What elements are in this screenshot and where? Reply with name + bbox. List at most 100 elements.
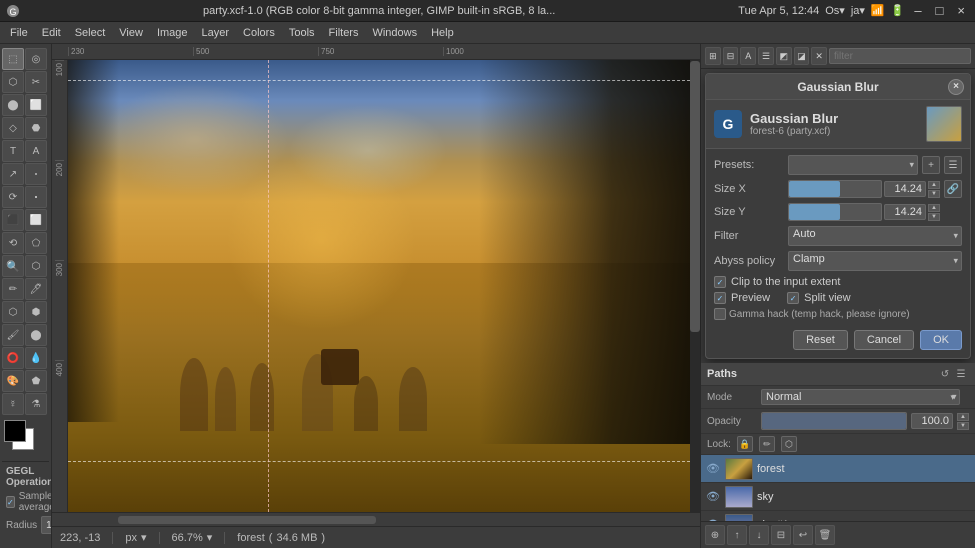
tool-airbrush[interactable]: ⬢ (25, 301, 47, 323)
size-y-input[interactable] (884, 204, 926, 220)
menu-select[interactable]: Select (69, 25, 112, 41)
os-menu[interactable]: Os▾ (825, 4, 845, 17)
new-layer-button[interactable]: ⊕ (705, 525, 725, 545)
size-x-slider[interactable] (788, 180, 882, 198)
tool-cage[interactable]: ⬠ (25, 232, 47, 254)
top-icon-brush[interactable]: ☰ (758, 47, 774, 65)
top-icon-layers[interactable]: ⊟ (723, 47, 739, 65)
menu-image[interactable]: Image (151, 25, 194, 41)
menu-windows[interactable]: Windows (366, 25, 423, 41)
tool-eraser[interactable]: ⬡ (2, 301, 24, 323)
minimize-button[interactable]: – (910, 3, 925, 18)
layer-item-forest[interactable]: 👁 forest (701, 455, 975, 483)
tool-perspective[interactable]: ⬜ (25, 209, 47, 231)
layer-item-sky1[interactable]: 👁 sky #1 (701, 511, 975, 521)
gamma-checkbox[interactable] (714, 308, 726, 320)
tool-free-select[interactable]: ⬡ (2, 71, 24, 93)
v-scroll-thumb[interactable] (690, 61, 700, 332)
clip-checkbox[interactable] (714, 276, 726, 288)
lock-position-button[interactable]: ✏ (759, 436, 775, 452)
tool-fuzzy-select[interactable]: ✂ (25, 71, 47, 93)
tool-rotate[interactable]: ⟳ (2, 186, 24, 208)
presets-add-button[interactable]: + (922, 156, 940, 174)
lower-layer-button[interactable]: ↓ (749, 525, 769, 545)
tool-rect-select[interactable]: ⬚ (2, 48, 24, 70)
tool-paths[interactable]: ⬣ (25, 117, 47, 139)
tool-smudge[interactable]: ⚗ (25, 393, 47, 415)
tool-bucket[interactable]: 🎨 (2, 370, 24, 392)
menu-colors[interactable]: Colors (237, 25, 281, 41)
tool-heal[interactable]: 💧 (25, 347, 47, 369)
raise-layer-button[interactable]: ↑ (727, 525, 747, 545)
tool-flip[interactable]: ⟲ (2, 232, 24, 254)
tool-pencil[interactable]: 🖊 (25, 278, 47, 300)
tool-clone[interactable]: ⭕ (2, 347, 24, 369)
tool-blend[interactable]: ⬟ (25, 370, 47, 392)
tool-ink[interactable]: 🖌 (2, 324, 24, 346)
tool-foreground[interactable]: ◇ (2, 117, 24, 139)
canvas-content[interactable] (68, 60, 700, 512)
layer-item-sky[interactable]: 👁 sky (701, 483, 975, 511)
abyss-select[interactable]: Clamp (788, 251, 962, 271)
menu-edit[interactable]: Edit (36, 25, 67, 41)
top-icon-pattern[interactable]: ◩ (776, 47, 792, 65)
tool-move[interactable]: ↗ (2, 163, 24, 185)
tool-align[interactable]: A (25, 140, 47, 162)
tool-measure[interactable]: ⬡ (25, 255, 47, 277)
presets-menu-button[interactable]: ☰ (944, 156, 962, 174)
h-scroll-thumb[interactable] (118, 516, 376, 524)
menu-filters[interactable]: Filters (323, 25, 365, 41)
preview-checkbox[interactable] (714, 292, 726, 304)
top-icon-gradient[interactable]: ◪ (794, 47, 810, 65)
top-icon-grid[interactable]: ⊞ (705, 47, 721, 65)
dialog-close-button[interactable]: × (948, 79, 964, 95)
tool-ellipse-select[interactable]: ◎ (25, 48, 47, 70)
tool-by-color[interactable]: ⬤ (2, 94, 24, 116)
menu-layer[interactable]: Layer (196, 25, 236, 41)
horizontal-scrollbar[interactable] (52, 512, 700, 526)
paths-menu-button[interactable]: ☰ (953, 366, 969, 382)
foreground-color[interactable] (4, 420, 26, 442)
menu-file[interactable]: File (4, 25, 34, 41)
opacity-slider[interactable] (761, 412, 907, 430)
size-x-spin-down[interactable]: ▼ (928, 190, 940, 198)
lock-alpha-button[interactable]: ⬡ (781, 436, 797, 452)
tool-text[interactable]: T (2, 140, 24, 162)
cancel-button[interactable]: Cancel (854, 330, 914, 350)
top-icon-x[interactable]: ✕ (811, 47, 827, 65)
mode-value[interactable]: Normal (761, 389, 960, 405)
opacity-spin-down[interactable]: ▼ (957, 422, 969, 430)
tool-mypaint[interactable]: ⬤ (25, 324, 47, 346)
tool-paintbrush[interactable]: ✏ (2, 278, 24, 300)
reset-button[interactable]: Reset (793, 330, 848, 350)
size-link-button[interactable]: 🔗 (944, 180, 962, 198)
layer-eye-forest[interactable]: 👁 (705, 461, 721, 477)
anchor-layer-button[interactable]: ↩ (793, 525, 813, 545)
tool-zoom[interactable]: 🔍 (2, 255, 24, 277)
zoom-selector[interactable]: 66.7% ▾ (172, 531, 213, 544)
radius-input[interactable] (41, 516, 52, 534)
duplicate-layer-button[interactable]: ⊟ (771, 525, 791, 545)
lang-menu[interactable]: ja▾ (851, 4, 865, 17)
opacity-input[interactable] (911, 413, 953, 429)
vertical-scrollbar[interactable] (690, 60, 700, 512)
presets-select[interactable] (788, 155, 918, 175)
layer-eye-sky[interactable]: 👁 (705, 489, 721, 505)
size-x-input[interactable] (884, 181, 926, 197)
size-y-spin-up[interactable]: ▲ (928, 204, 940, 212)
lock-pixels-button[interactable]: 🔒 (737, 436, 753, 452)
tool-shear[interactable]: ⬛ (2, 209, 24, 231)
sample-average-checkbox[interactable] (6, 496, 15, 508)
top-icon-text[interactable]: A (740, 47, 756, 65)
delete-layer-button[interactable]: 🗑 (815, 525, 835, 545)
size-y-slider[interactable] (788, 203, 882, 221)
filter-input[interactable] (829, 48, 971, 64)
size-y-spin-down[interactable]: ▼ (928, 213, 940, 221)
close-button[interactable]: × (953, 3, 969, 18)
tool-scale[interactable]: ⬝ (25, 186, 47, 208)
unit-selector[interactable]: px ▾ (125, 531, 146, 544)
split-checkbox[interactable] (787, 292, 799, 304)
tool-scissors[interactable]: ⬜ (25, 94, 47, 116)
menu-view[interactable]: View (113, 25, 149, 41)
maximize-button[interactable]: □ (932, 3, 948, 18)
